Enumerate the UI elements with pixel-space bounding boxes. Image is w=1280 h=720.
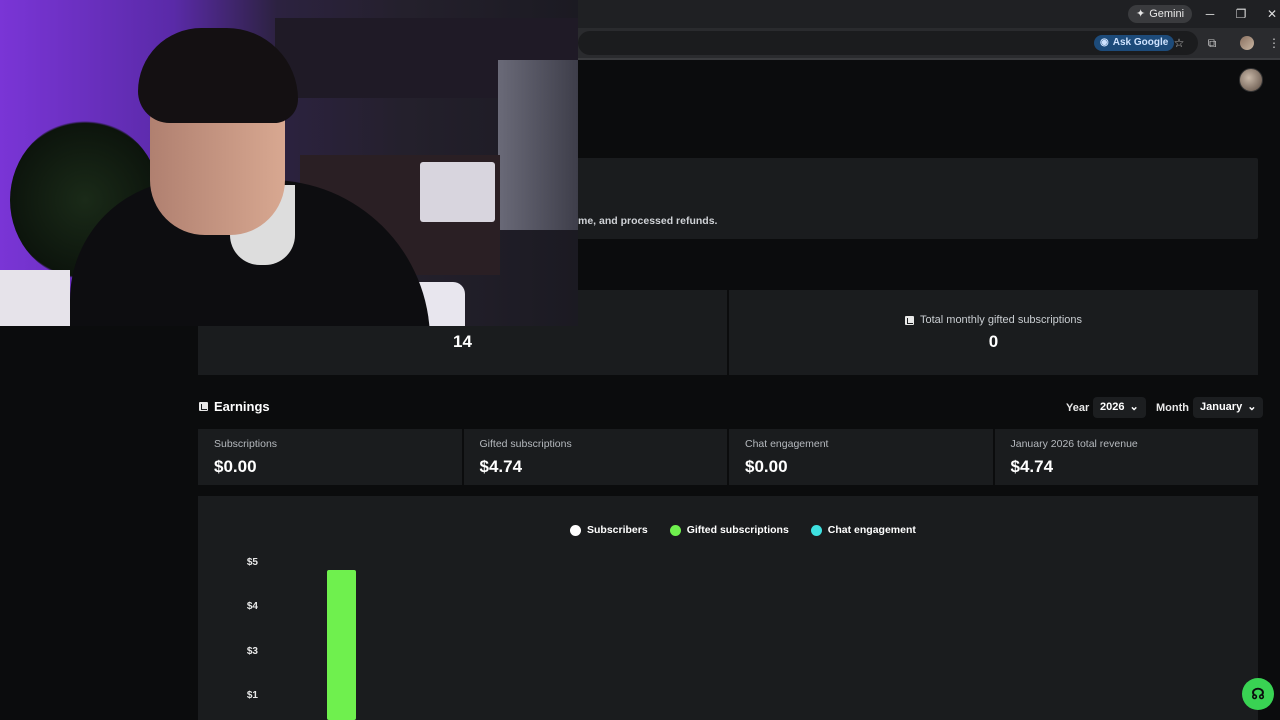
y-tick-label: $4 — [247, 601, 259, 612]
month-select[interactable]: January ⌄ — [1193, 397, 1264, 418]
webcam-overlay — [0, 0, 578, 326]
earnings-card-subscriptions: Subscriptions $0.00 — [198, 429, 462, 485]
webcam-person-hair — [138, 28, 298, 123]
earnings-card-label: January 2026 total revenue — [1010, 438, 1138, 450]
earnings-card-label: Chat engagement — [745, 438, 829, 450]
chart-plot: $5 $4 $3 $1 — [247, 557, 356, 720]
chart-icon — [199, 402, 208, 411]
month-value: January — [1200, 401, 1243, 413]
chart-icon — [904, 315, 914, 325]
headset-icon: ☊ — [1251, 686, 1265, 703]
chevron-down-icon: ⌄ — [1129, 401, 1139, 413]
earnings-chart: Subscribers Gifted subscriptions Chat en… — [198, 496, 1258, 720]
earnings-title: Earnings — [199, 399, 270, 414]
info-text: me, and processed refunds. — [578, 215, 718, 227]
stat-card-gifted: Total monthly gifted subscriptions 0 — [729, 290, 1258, 375]
earnings-card-value: $4.74 — [1010, 457, 1054, 476]
sparkle-icon: ✦ — [1136, 8, 1146, 20]
earnings-card-label: Subscriptions — [214, 438, 278, 450]
close-icon[interactable]: ✕ — [1264, 6, 1280, 22]
webcam-background-chair — [420, 162, 495, 222]
stat-label-text: Total monthly gifted subscriptions — [919, 314, 1083, 326]
earnings-cards: Subscriptions $0.00 Gifted subscriptions… — [198, 429, 1258, 485]
y-tick-label: $5 — [247, 557, 259, 568]
month-label: Month — [1156, 402, 1189, 414]
ask-google-button[interactable]: ◉ Ask Google — [1094, 35, 1175, 51]
year-select[interactable]: 2026 ⌄ — [1093, 397, 1146, 418]
y-tick-label: $3 — [247, 646, 259, 657]
gemini-button[interactable]: ✦ Gemini — [1128, 5, 1193, 23]
year-value: 2026 — [1100, 401, 1125, 413]
earnings-card-value: $4.74 — [479, 457, 523, 476]
restore-icon[interactable]: ❐ — [1233, 6, 1249, 22]
stat-value: 14 — [453, 332, 472, 351]
ask-google-label: Ask Google — [1112, 37, 1169, 48]
webcam-background-fridge — [498, 60, 578, 230]
earnings-card-value: $0.00 — [214, 457, 257, 476]
stat-value: 0 — [988, 332, 999, 351]
chart-bar[interactable] — [327, 570, 356, 720]
gemini-label: Gemini — [1149, 8, 1185, 20]
webcam-background-sofa — [0, 270, 70, 326]
minimize-icon[interactable]: ─ — [1202, 6, 1218, 22]
year-label: Year — [1066, 402, 1090, 414]
chevron-down-icon: ⌄ — [1247, 401, 1257, 413]
user-avatar[interactable] — [1239, 68, 1263, 92]
earnings-card-gifted: Gifted subscriptions $4.74 — [463, 429, 727, 485]
cast-icon[interactable]: ⧉ — [1204, 35, 1220, 51]
earnings-card-chat: Chat engagement $0.00 — [729, 429, 993, 485]
earnings-card-value: $0.00 — [745, 457, 788, 476]
browser-profile-avatar[interactable] — [1240, 36, 1254, 50]
stat-label-gifted: Total monthly gifted subscriptions — [729, 314, 1258, 326]
y-tick-label: $1 — [247, 690, 259, 701]
bookmark-star-icon[interactable]: ☆ — [1171, 35, 1187, 51]
earnings-title-text: Earnings — [214, 399, 270, 414]
support-chat-button[interactable]: ☊ — [1242, 678, 1274, 710]
earnings-card-total: January 2026 total revenue $4.74 — [994, 429, 1258, 485]
earnings-card-label: Gifted subscriptions — [479, 438, 572, 450]
lens-icon: ◉ — [1100, 37, 1109, 48]
more-menu-icon[interactable]: ⋮ — [1266, 35, 1280, 51]
